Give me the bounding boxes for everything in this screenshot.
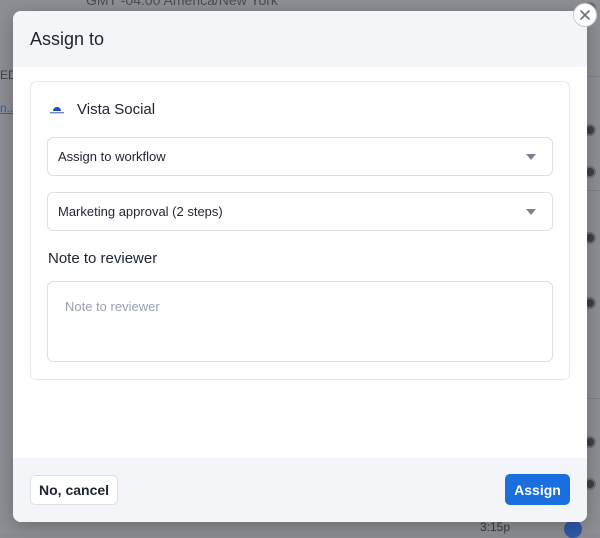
assign-type-select[interactable]: Assign to workflow [47,137,553,176]
modal-footer: No, cancel Assign [13,458,587,522]
assign-card: Vista Social Assign to workflow Marketin… [30,81,570,380]
background-time: 3:15p [480,520,511,534]
cancel-button[interactable]: No, cancel [30,475,119,505]
workflow-value: Marketing approval (2 steps) [58,204,223,219]
background-timezone-text: GMT -04:00 America/New York [86,0,278,8]
close-icon [580,10,590,20]
background-divider [588,398,600,399]
close-button[interactable] [573,3,597,27]
modal-header: Assign to [13,11,587,67]
profile-row: Vista Social [49,101,155,118]
background-divider [588,76,600,77]
caret-down-icon [526,209,536,215]
caret-down-icon [526,154,536,160]
note-label: Note to reviewer [48,250,158,267]
assign-type-value: Assign to workflow [58,149,166,164]
assign-button[interactable]: Assign [505,474,570,505]
background-avatar [564,520,582,538]
profile-name: Vista Social [77,101,156,118]
background-divider [588,190,600,191]
assign-modal: Assign to Vista Social Assign to workflo… [13,11,587,522]
modal-title: Assign to [30,28,105,49]
vista-social-logo-icon [49,102,65,118]
workflow-select[interactable]: Marketing approval (2 steps) [47,192,553,231]
note-to-reviewer-input[interactable] [47,281,553,362]
